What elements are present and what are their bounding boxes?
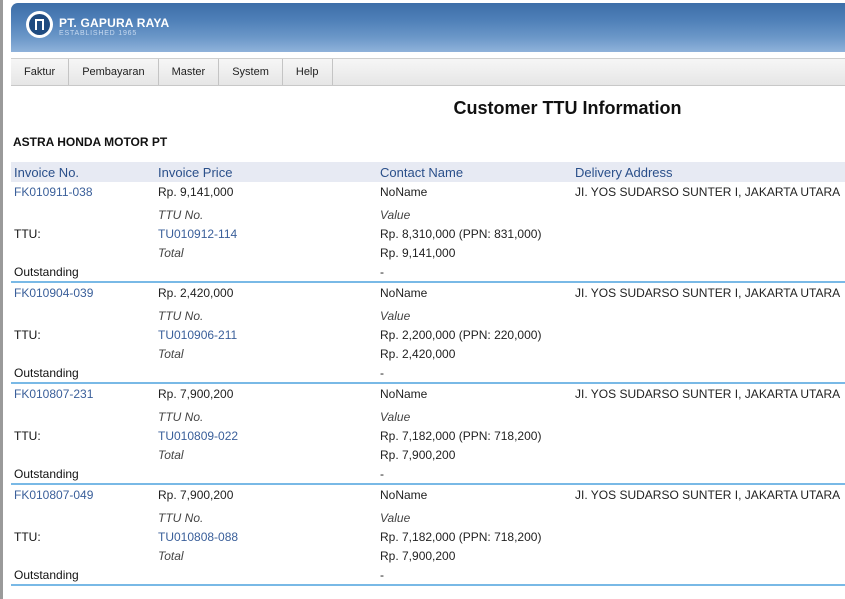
customer-name: ASTRA HONDA MOTOR PT <box>13 135 168 149</box>
ttu-number-link[interactable]: TU010912-114 <box>158 227 237 241</box>
invoice-number-link[interactable]: FK010807-049 <box>14 488 93 502</box>
outstanding-value: - <box>380 467 384 481</box>
ttu-value: Rp. 7,182,000 (PPN: 718,200) <box>380 429 542 443</box>
ttu-total: Rp. 9,141,000 <box>380 246 456 260</box>
ttu-no-label: TTU No. <box>158 410 204 424</box>
header-delivery-address: Delivery Address <box>575 165 673 180</box>
total-label: Total <box>158 246 184 260</box>
ttu-no-label: TTU No. <box>158 208 204 222</box>
invoice-block: FK010911-038 Rp. 9,141,000 NoName JI. YO… <box>0 185 845 286</box>
header-invoice-price: Invoice Price <box>158 165 233 180</box>
value-label: Value <box>380 511 411 525</box>
menu-system[interactable]: System <box>219 59 283 85</box>
ttu-value: Rp. 8,310,000 (PPN: 831,000) <box>380 227 542 241</box>
invoice-price: Rp. 2,420,000 <box>158 286 234 300</box>
ttu-label: TTU: <box>14 429 41 443</box>
ttu-total: Rp. 2,420,000 <box>380 347 456 361</box>
ttu-value: Rp. 2,200,000 (PPN: 220,000) <box>380 328 542 342</box>
invoice-price: Rp. 9,141,000 <box>158 185 234 199</box>
delivery-address: JI. YOS SUDARSO SUNTER I, JAKARTA UTARA <box>575 387 841 401</box>
ttu-label: TTU: <box>14 530 41 544</box>
outstanding-label: Outstanding <box>14 265 79 279</box>
contact-name: NoName <box>380 185 428 199</box>
header-contact-name: Contact Name <box>380 165 464 180</box>
page-title: Customer TTU Information <box>453 98 682 118</box>
company-name: PT. GAPURA RAYA <box>59 16 170 30</box>
menu-master[interactable]: Master <box>159 59 220 85</box>
value-label: Value <box>380 208 411 222</box>
invoice-price: Rp. 7,900,200 <box>158 387 234 401</box>
total-label: Total <box>158 448 184 462</box>
ttu-value: Rp. 7,182,000 (PPN: 718,200) <box>380 530 542 544</box>
ttu-number-link[interactable]: TU010809-022 <box>158 429 238 443</box>
page: PT. GAPURA RAYA ESTABLISHED 1965 Faktur … <box>0 0 845 599</box>
main-menu-bar: Faktur Pembayaran Master System Help <box>11 58 845 86</box>
invoice-price: Rp. 7,900,200 <box>158 488 234 502</box>
ttu-total: Rp. 7,900,200 <box>380 448 456 462</box>
invoice-block: FK010807-049 Rp. 7,900,200 NoName JI. YO… <box>0 488 845 589</box>
ttu-total: Rp. 7,900,200 <box>380 549 456 563</box>
row-separator <box>11 584 845 586</box>
menu-help[interactable]: Help <box>283 59 333 85</box>
invoice-block: FK010904-039 Rp. 2,420,000 NoName JI. YO… <box>0 286 845 387</box>
ttu-label: TTU: <box>14 227 41 241</box>
contact-name: NoName <box>380 488 428 502</box>
ttu-no-label: TTU No. <box>158 309 204 323</box>
gate-logo-icon <box>29 14 50 35</box>
company-tagline: ESTABLISHED 1965 <box>59 30 138 37</box>
value-label: Value <box>380 309 411 323</box>
company-logo-icon <box>26 11 53 38</box>
value-label: Value <box>380 410 411 424</box>
ttu-number-link[interactable]: TU010906-211 <box>158 328 237 342</box>
delivery-address: JI. YOS SUDARSO SUNTER I, JAKARTA UTARA <box>575 488 841 502</box>
total-label: Total <box>158 347 184 361</box>
ttu-number-link[interactable]: TU010808-088 <box>158 530 238 544</box>
table-header: Invoice No. Invoice Price Contact Name D… <box>11 162 845 182</box>
row-separator <box>11 382 845 384</box>
outstanding-value: - <box>380 366 384 380</box>
outstanding-label: Outstanding <box>14 366 79 380</box>
total-label: Total <box>158 549 184 563</box>
invoice-number-link[interactable]: FK010807-231 <box>14 387 93 401</box>
row-separator <box>11 483 845 485</box>
invoice-block: FK010807-231 Rp. 7,900,200 NoName JI. YO… <box>0 387 845 488</box>
outstanding-label: Outstanding <box>14 467 79 481</box>
menu-pembayaran[interactable]: Pembayaran <box>69 59 159 85</box>
delivery-address: JI. YOS SUDARSO SUNTER I, JAKARTA UTARA <box>575 286 841 300</box>
delivery-address: JI. YOS SUDARSO SUNTER I, JAKARTA UTARA <box>575 185 841 199</box>
ttu-label: TTU: <box>14 328 41 342</box>
row-separator <box>11 281 845 283</box>
contact-name: NoName <box>380 286 428 300</box>
menu-faktur[interactable]: Faktur <box>11 59 70 85</box>
outstanding-value: - <box>380 568 384 582</box>
outstanding-value: - <box>380 265 384 279</box>
outstanding-label: Outstanding <box>14 568 79 582</box>
invoice-number-link[interactable]: FK010911-038 <box>14 185 93 199</box>
invoice-number-link[interactable]: FK010904-039 <box>14 286 93 300</box>
contact-name: NoName <box>380 387 428 401</box>
header-invoice-no: Invoice No. <box>14 165 80 180</box>
ttu-no-label: TTU No. <box>158 511 204 525</box>
header-banner: PT. GAPURA RAYA ESTABLISHED 1965 <box>11 3 845 52</box>
